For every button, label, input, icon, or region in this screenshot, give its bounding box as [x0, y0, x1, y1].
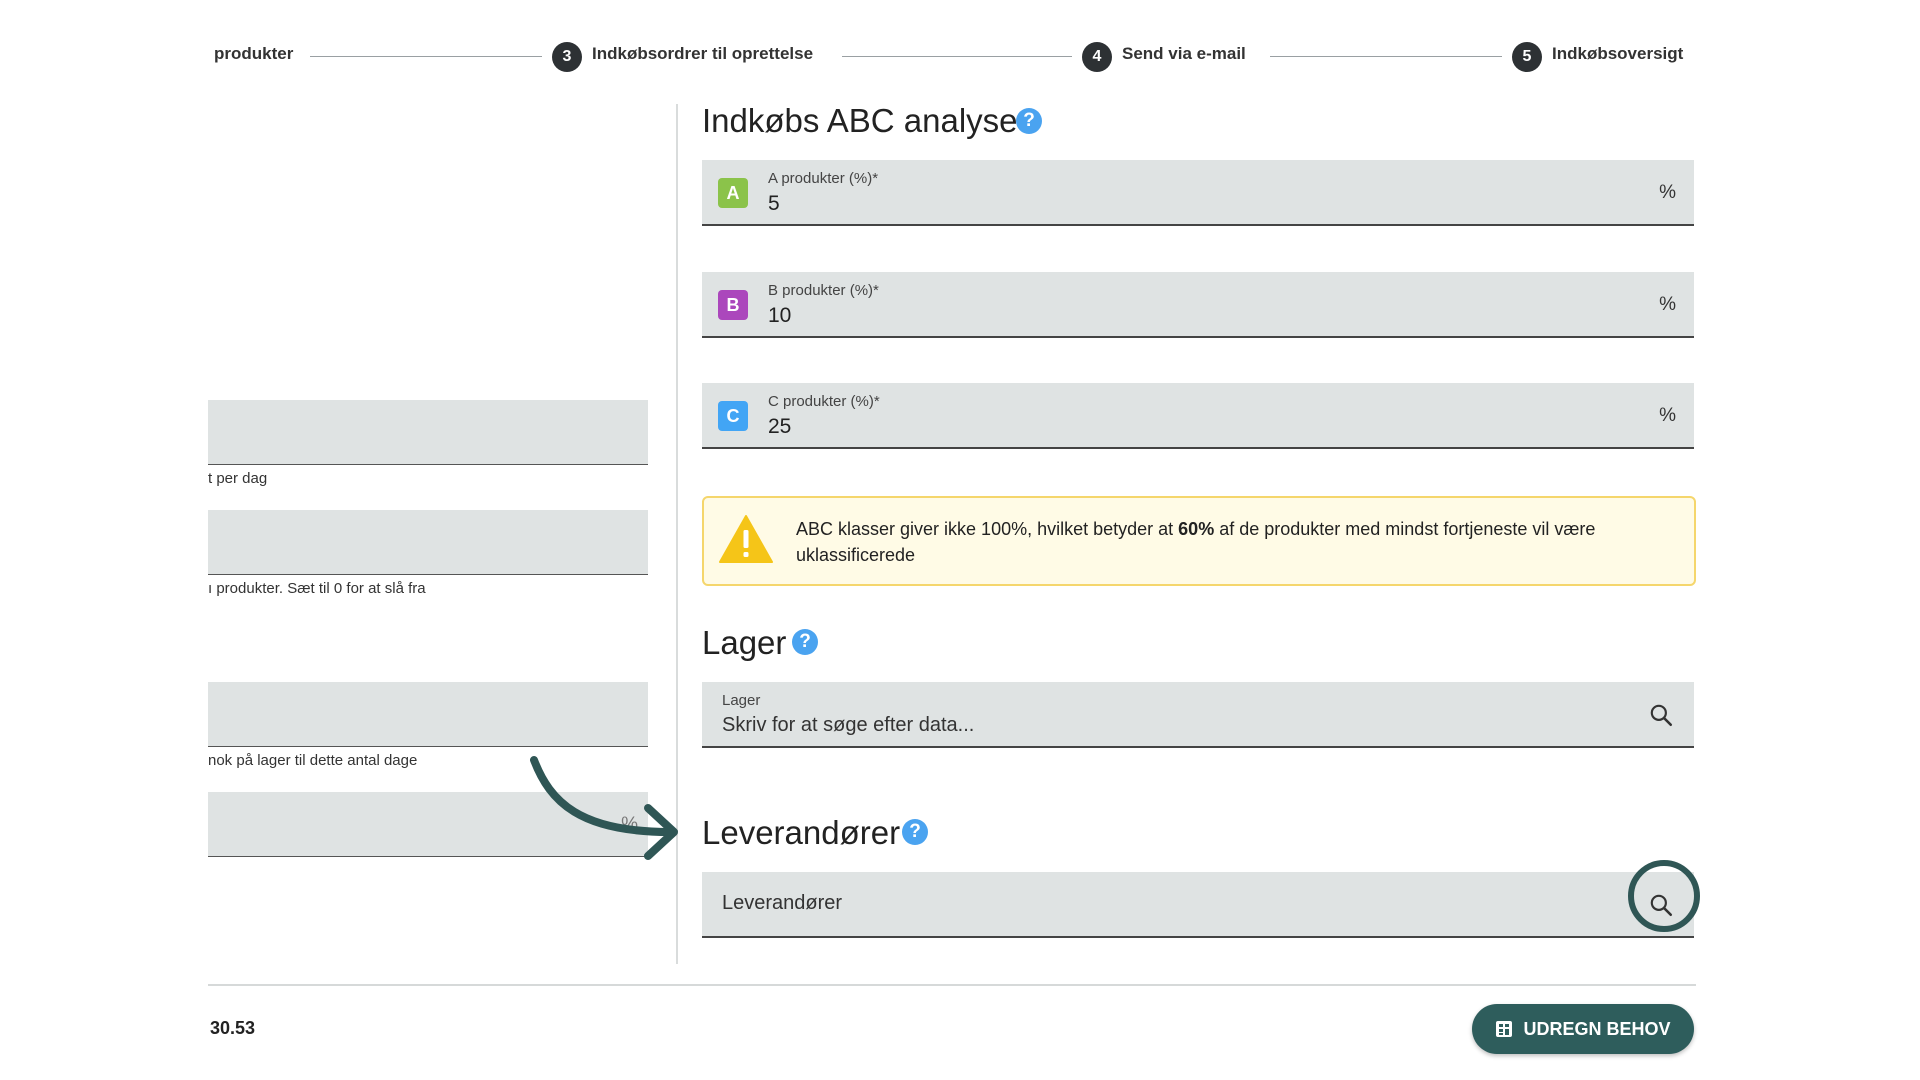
abc-warning-text: ABC klasser giver ikke 100%, hvilket bet… [796, 516, 1676, 568]
a-products-value[interactable]: 5 [768, 192, 780, 216]
lager-section-title: Lager [702, 624, 787, 661]
c-class-badge-icon: C [718, 401, 748, 431]
calculator-icon [1496, 1021, 1513, 1037]
lager-help-icon[interactable]: ? [792, 629, 818, 655]
left-field-2[interactable] [208, 510, 648, 575]
leverandorer-help-icon[interactable]: ? [902, 819, 928, 845]
step-number-4[interactable]: 4 [1082, 42, 1112, 72]
left-field-1[interactable] [208, 400, 648, 465]
c-products-suffix: % [1659, 405, 1676, 426]
search-highlight-circle [1628, 860, 1700, 932]
c-products-field[interactable]: C C produkter (%)* 25 % [702, 383, 1694, 449]
b-products-field[interactable]: B B produkter (%)* 10 % [702, 272, 1694, 338]
a-class-badge-icon: A [718, 178, 748, 208]
b-products-label: B produkter (%)* [768, 282, 879, 299]
search-icon[interactable] [1648, 702, 1674, 728]
left-field-3[interactable] [208, 682, 648, 747]
left-field-3-hint: nok på lager til dette antal dage [208, 752, 418, 769]
left-field-2-hint: ı produkter. Sæt til 0 for at slå fra [208, 580, 426, 597]
footer-divider [208, 984, 1696, 986]
footer-value: 30.53 [210, 1018, 256, 1038]
b-class-badge-icon: B [718, 290, 748, 320]
calculate-need-label: UDREGN BEHOV [1523, 1018, 1671, 1039]
lager-field-label: Lager [722, 692, 761, 709]
step-label-indkobsordrer[interactable]: Indkøbsordrer til oprettelse [592, 44, 813, 64]
step-number-5[interactable]: 5 [1512, 42, 1542, 72]
b-products-value[interactable]: 10 [768, 304, 791, 328]
calculate-need-button[interactable]: UDREGN BEHOV [1472, 1004, 1694, 1054]
b-products-suffix: % [1659, 294, 1676, 315]
step-label-indkobsoversigt[interactable]: Indkøbsoversigt [1552, 44, 1683, 64]
a-products-label: A produkter (%)* [768, 170, 879, 187]
step-label-produkter[interactable]: produkter [214, 44, 293, 64]
c-products-value[interactable]: 25 [768, 415, 791, 439]
step-label-send-email[interactable]: Send via e-mail [1122, 44, 1246, 64]
abc-warning-percent: 60% [1178, 519, 1215, 539]
leverandorer-section-title: Leverandører [702, 814, 901, 851]
lager-search-field[interactable]: Lager Skriv for at søge efter data... [702, 682, 1694, 748]
abc-warning-text-pre: ABC klasser giver ikke 100%, hvilket bet… [796, 519, 1179, 539]
lager-search-placeholder[interactable]: Skriv for at søge efter data... [722, 714, 974, 737]
a-products-field[interactable]: A A produkter (%)* 5 % [702, 160, 1694, 226]
warning-icon [719, 515, 773, 563]
leverandorer-search-field[interactable]: Leverandører [702, 872, 1694, 938]
step-number-3[interactable]: 3 [552, 42, 582, 72]
step-connector [1270, 56, 1502, 57]
step-connector [842, 56, 1072, 57]
a-products-suffix: % [1659, 182, 1676, 203]
abc-section-title: Indkøbs ABC analyse [702, 102, 1018, 139]
annotation-arrow-icon [530, 756, 678, 860]
leverandorer-placeholder[interactable]: Leverandører [722, 892, 842, 915]
left-field-1-hint: t per dag [208, 470, 268, 487]
step-connector [310, 56, 542, 57]
abc-help-icon[interactable]: ? [1016, 108, 1042, 134]
c-products-label: C produkter (%)* [768, 393, 880, 410]
abc-warning-alert: ABC klasser giver ikke 100%, hvilket bet… [702, 496, 1696, 586]
